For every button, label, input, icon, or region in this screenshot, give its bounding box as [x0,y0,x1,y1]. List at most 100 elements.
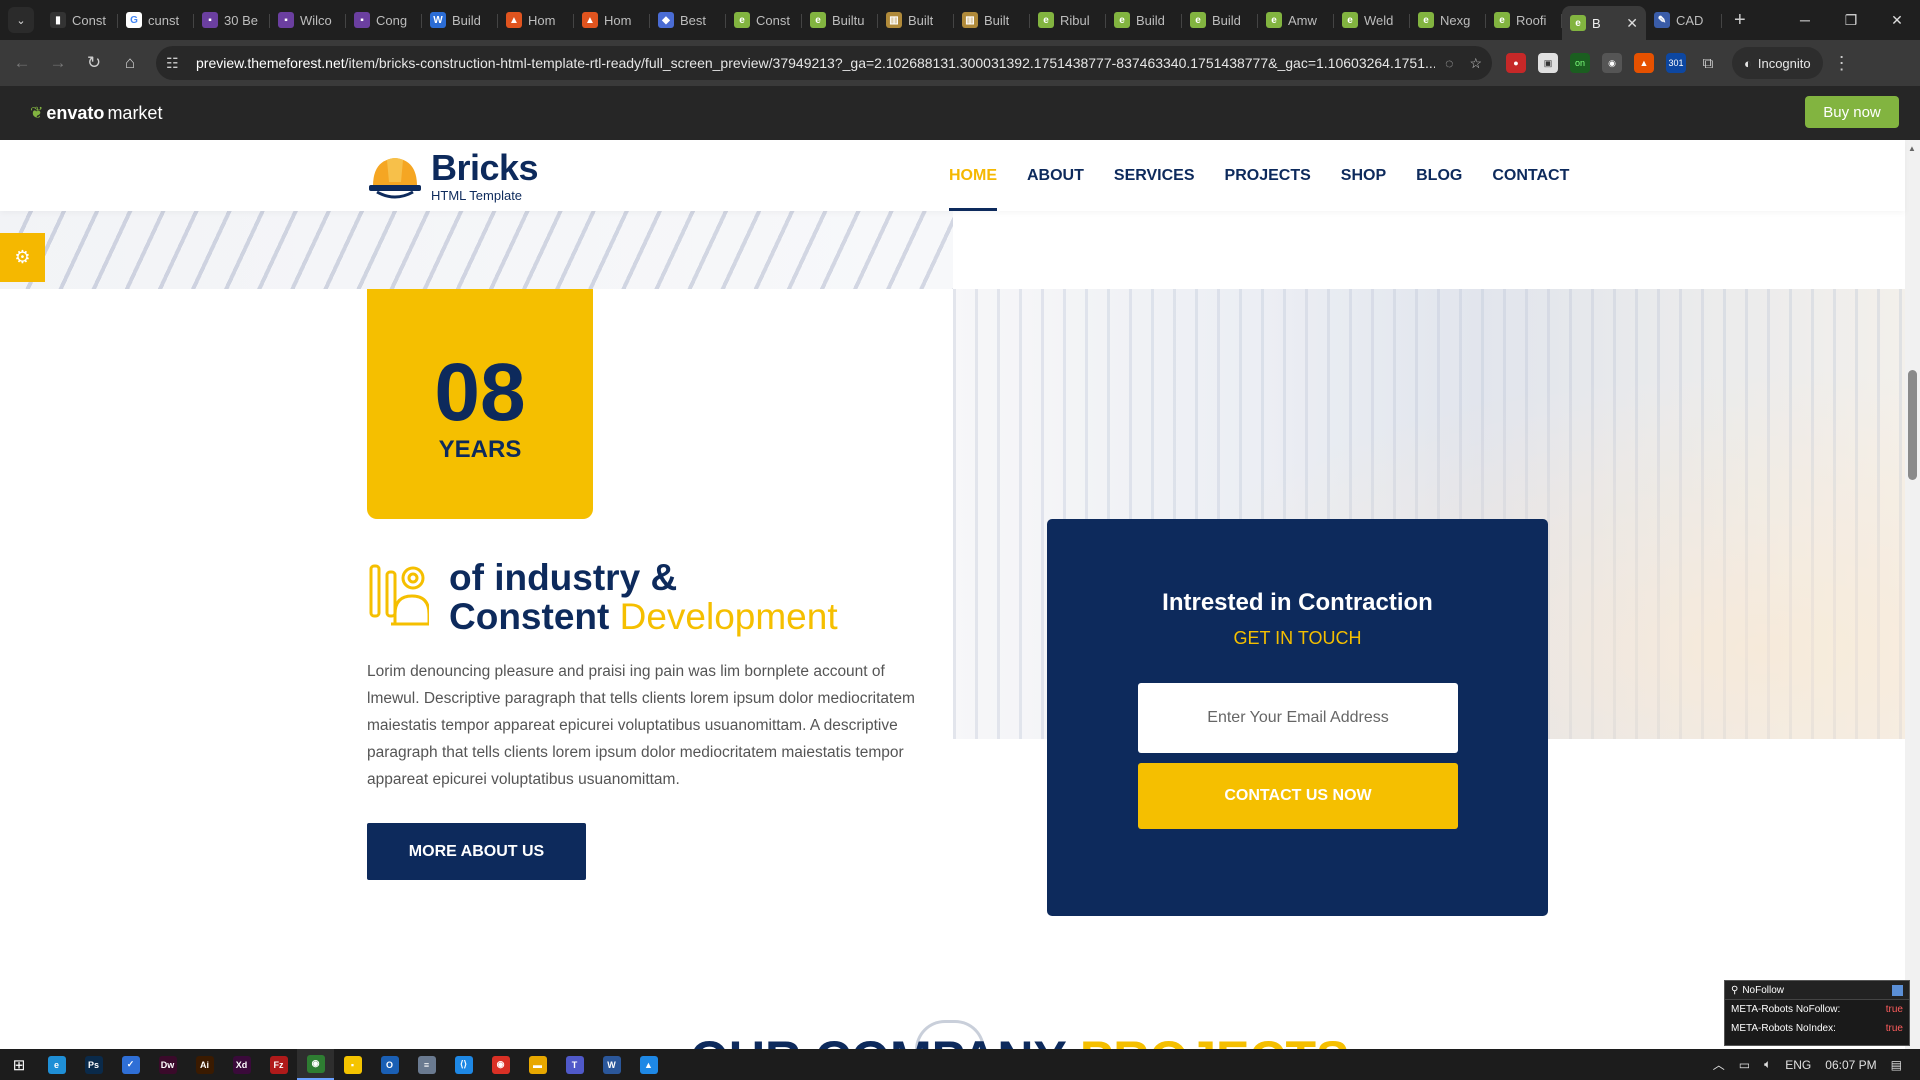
forward-icon[interactable]: → [40,45,76,81]
taskbar-outlook-icon[interactable]: O [371,1049,408,1080]
browser-tab[interactable]: e Const [726,5,802,35]
browser-tab-active[interactable]: e B ✕ [1562,6,1646,40]
buy-now-button[interactable]: Buy now [1805,96,1899,128]
taskbar-illustrator-icon[interactable]: Ai [186,1049,223,1080]
tab-title: Build [1212,12,1241,28]
browser-tab[interactable]: ▮ Const [42,5,118,35]
notification-icon[interactable]: ▤ [1891,1058,1902,1072]
contact-card-title: Intrested in Contraction [1162,589,1433,616]
site-header: Bricks HTML Template HOME ABOUT SERVICES PR… [0,140,1905,211]
envato-logo[interactable]: ❦ envato market [30,103,162,124]
todo-glyph: ✓ [121,1055,140,1074]
language-indicator[interactable]: ENG [1785,1058,1811,1072]
restore-icon[interactable]: ❐ [1828,0,1874,40]
taskbar-word-icon[interactable]: W [593,1049,630,1080]
tab-search-button[interactable]: ⌄ [8,7,34,33]
taskbar-edge-icon[interactable]: e [38,1049,75,1080]
more-about-us-button[interactable]: MORE ABOUT US [367,823,586,880]
browser-tab[interactable]: e Build [1106,5,1182,35]
taskbar-filezilla-icon[interactable]: Fz [260,1049,297,1080]
bookmark-star-icon[interactable]: ☆ [1469,55,1482,72]
nav-item-services[interactable]: SERVICES [1114,140,1195,211]
browser-tab[interactable]: W Build [422,5,498,35]
contact-us-now-button[interactable]: CONTACT US NOW [1138,763,1458,829]
incognito-indicator[interactable]: ◐ Incognito [1732,47,1823,79]
taskbar-teams-icon[interactable]: T [556,1049,593,1080]
browser-tab[interactable]: ◆ Best [650,5,726,35]
extension-icon[interactable]: ▲ [1634,53,1654,73]
browser-tab[interactable]: e Ribul [1030,5,1106,35]
tab-title: Best [680,12,707,28]
taskbar-notepad-icon[interactable]: ≡ [408,1049,445,1080]
volume-icon[interactable]: 🔈︎ [1764,1057,1771,1072]
page-scrollbar[interactable]: ▲ [1905,140,1920,1049]
nav-item-contact[interactable]: CONTACT [1492,140,1569,211]
browser-tab[interactable]: ✎ CAD [1646,5,1722,35]
taskbar-dreamweaver-icon[interactable]: Dw [149,1049,186,1080]
browser-tab[interactable]: ▪ Wilco [270,5,346,35]
site-info-icon[interactable]: ☷ [166,55,188,72]
tray-chevron-icon[interactable]: ︿ [1713,1056,1725,1073]
extension-icon[interactable]: ▣ [1538,53,1558,73]
extension-icon[interactable]: on [1570,53,1590,73]
browser-tab[interactable]: e Nexg [1410,5,1486,35]
browser-tab[interactable]: ▪ 30 Be [194,5,270,35]
about-heading: of industry & Constent Development [449,558,838,636]
address-bar[interactable]: ☷ preview.themeforest.net/item/bricks-co… [156,46,1492,80]
email-input[interactable] [1138,683,1458,753]
chrome-2-glyph: ◉ [491,1055,510,1074]
browser-tab[interactable]: ▥ Built [954,5,1030,35]
menu-kebab-icon[interactable]: ⋮ [1833,53,1851,74]
browser-tab[interactable]: e Roofi [1486,5,1562,35]
back-icon[interactable]: ← [4,45,40,81]
panel-toggle-icon[interactable] [1892,984,1903,996]
noindex-value: true [1885,1023,1903,1034]
nav-item-blog[interactable]: BLOG [1416,140,1462,211]
nav-item-shop[interactable]: SHOP [1341,140,1386,211]
taskbar-chrome-icon[interactable]: ◉ [297,1049,334,1080]
redirect-badge[interactable]: 301 [1666,53,1686,73]
taskbar-todo-icon[interactable]: ✓ [112,1049,149,1080]
reload-icon[interactable]: ↻ [76,45,112,81]
taskbar-photos-icon[interactable]: ▲ [630,1049,667,1080]
browser-tab[interactable]: e Build [1182,5,1258,35]
camera-icon[interactable]: ◉ [1602,53,1622,73]
clock[interactable]: 06:07 PM [1825,1058,1876,1072]
nav-item-home[interactable]: HOME [949,140,997,211]
browser-tab[interactable]: e Builtu [802,5,878,35]
taskbar-explorer-icon[interactable]: ▬ [519,1049,556,1080]
network-icon[interactable]: ▭ [1739,1058,1750,1072]
browser-tab[interactable]: Gcunst [118,5,194,35]
site-logo[interactable]: Bricks HTML Template [367,150,539,203]
tab-title: Cong [376,12,408,28]
browser-tab[interactable]: ▪ Cong [346,5,422,35]
taskbar-chrome-2-icon[interactable]: ◉ [482,1049,519,1080]
taskbar-xd-icon[interactable]: Xd [223,1049,260,1080]
tab-title: B [1592,15,1601,31]
puzzle-icon[interactable]: ⧉ [1698,53,1718,73]
minimize-icon[interactable]: ─ [1782,0,1828,40]
browser-tab[interactable]: ▲ Hom [498,5,574,35]
tab-favicon-icon: ▲ [506,12,522,28]
windows-start-icon[interactable]: ⊞ [0,1056,38,1074]
nav-item-projects[interactable]: PROJECTS [1225,140,1311,211]
years-number: 08 [434,347,526,438]
tab-title: Built [908,12,934,28]
browser-tab[interactable]: e Weld [1334,5,1410,35]
taskbar-vscode-icon[interactable]: ⟨⟩ [445,1049,482,1080]
browser-tab[interactable]: ▲ Hom [574,5,650,35]
browser-tab[interactable]: ▥ Built [878,5,954,35]
eye-off-icon[interactable]: ◌ [1445,55,1453,72]
home-icon[interactable]: ⌂ [112,45,148,81]
taskbar-photoshop-icon[interactable]: Ps [75,1049,112,1080]
new-tab-button[interactable]: + [1734,9,1746,32]
scroll-up-icon[interactable]: ▲ [1908,144,1916,153]
tab-close-icon[interactable]: ✕ [1626,15,1638,32]
taskbar-sticky-notes-icon[interactable]: ▪ [334,1049,371,1080]
browser-tab[interactable]: e Amw [1258,5,1334,35]
extension-icon[interactable]: ● [1506,53,1526,73]
settings-gear-icon[interactable]: ⚙ [0,233,45,282]
nav-item-about[interactable]: ABOUT [1027,140,1084,211]
scrollbar-thumb[interactable] [1908,370,1917,480]
close-window-icon[interactable]: ✕ [1874,0,1920,40]
